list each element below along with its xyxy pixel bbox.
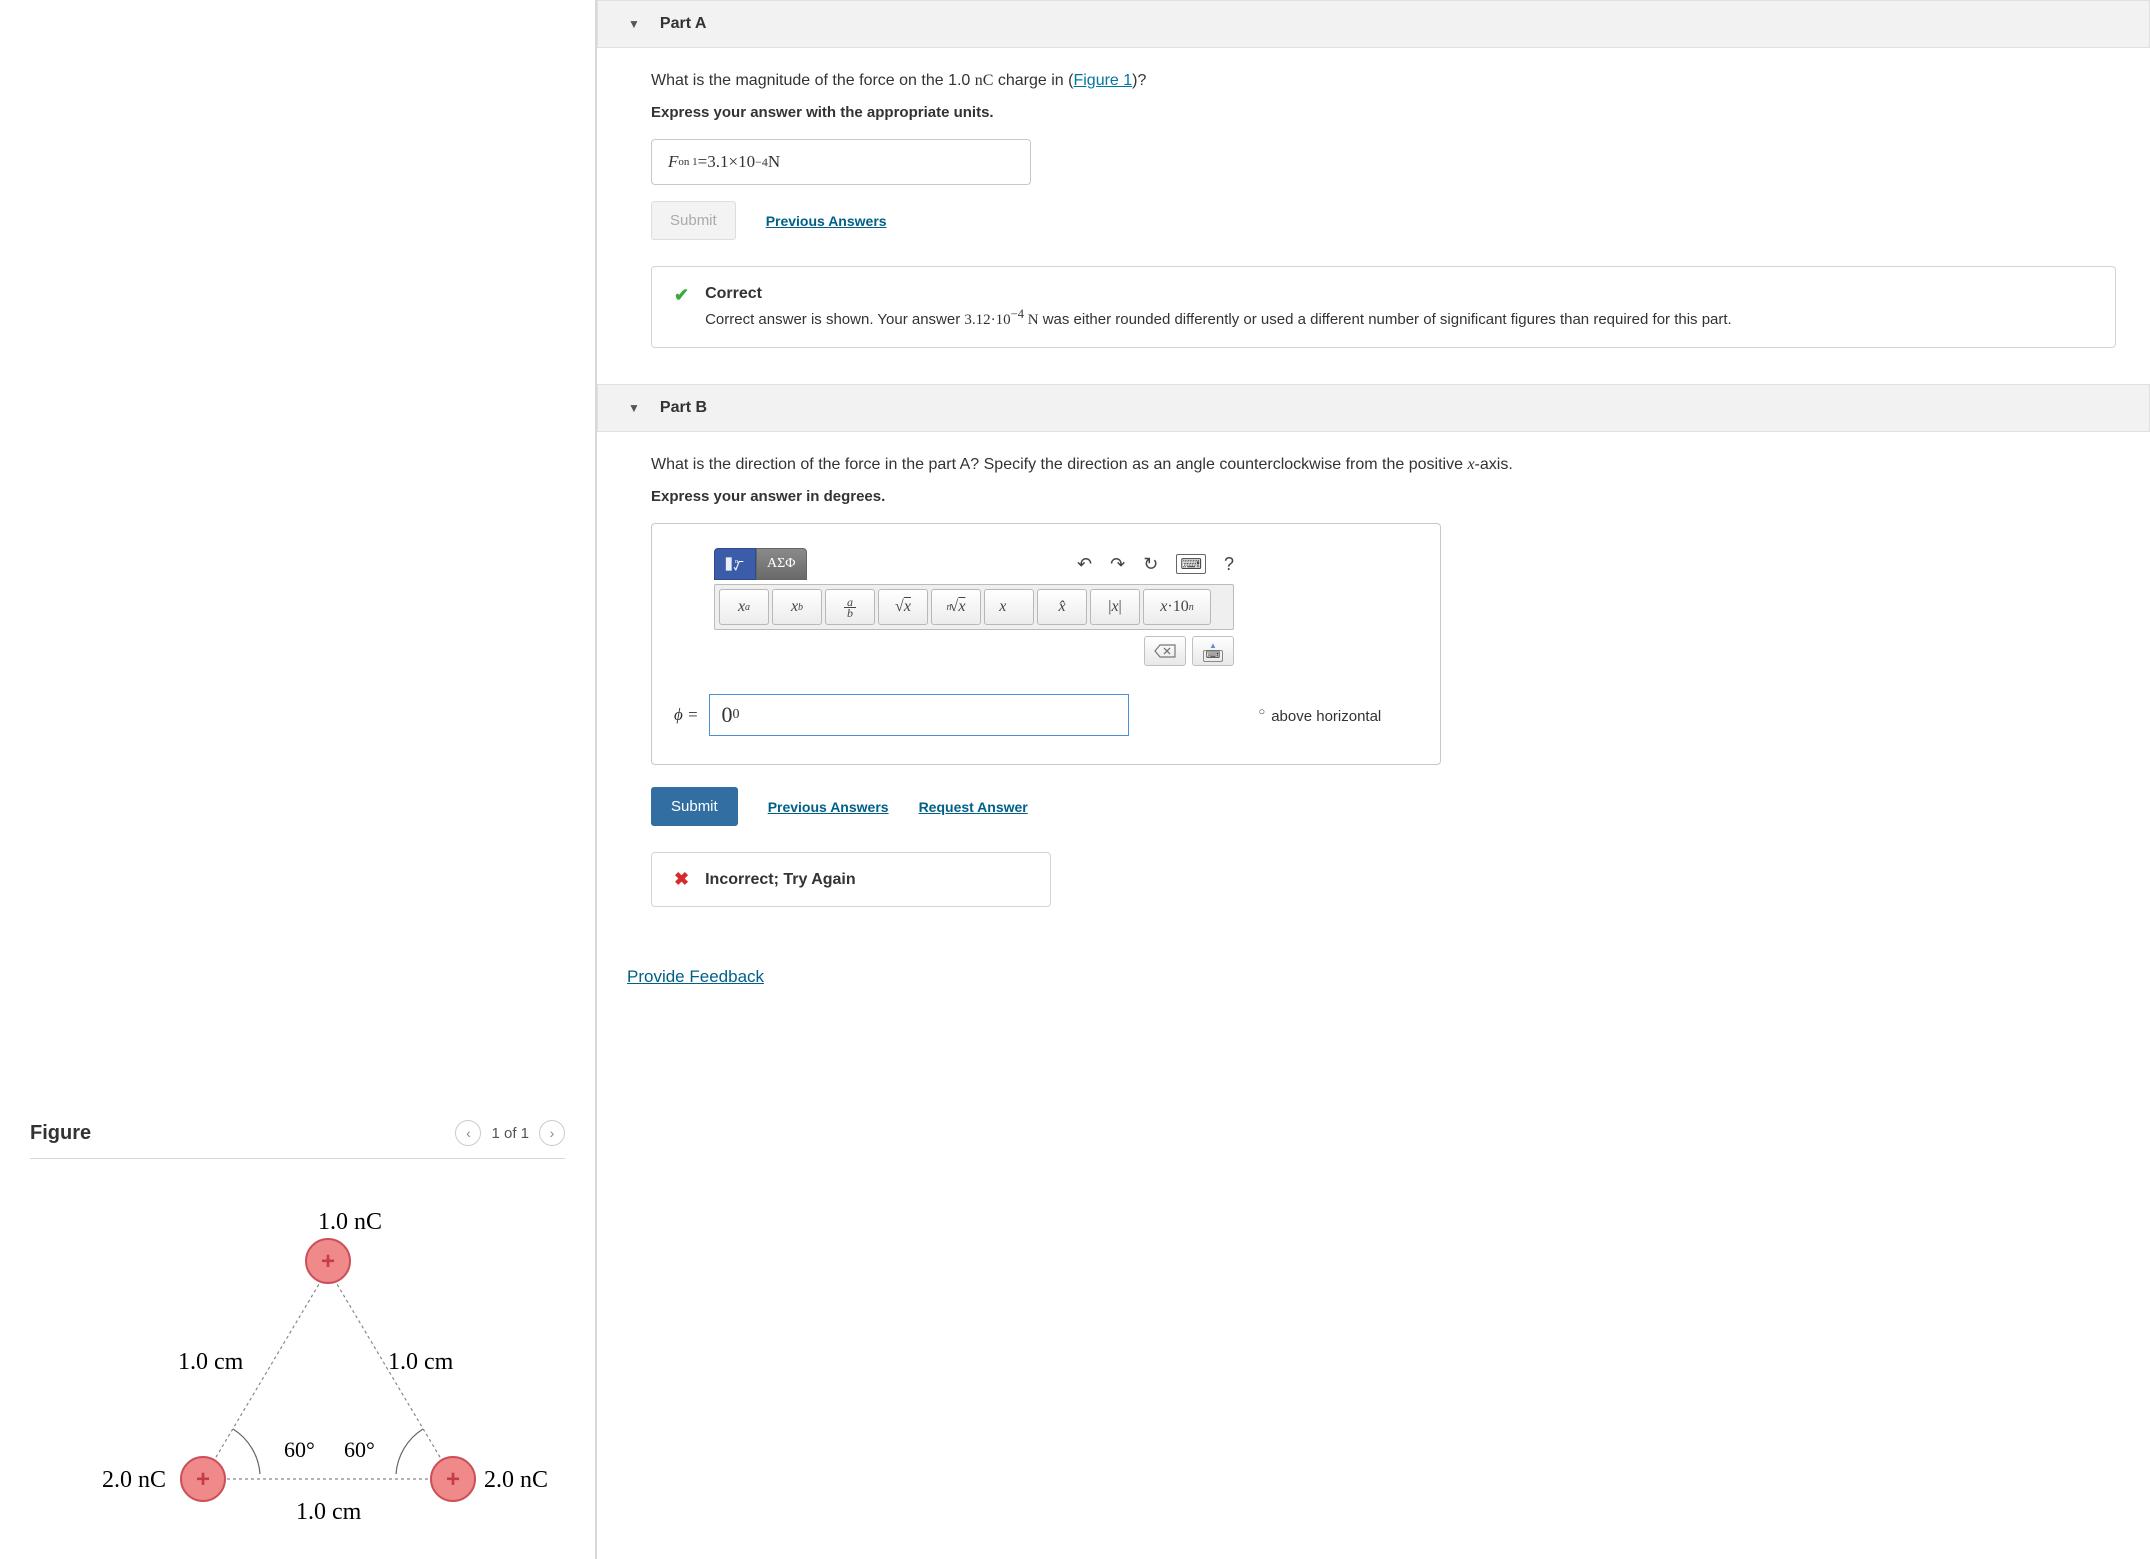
side-right-label: 1.0 cm: [388, 1349, 454, 1375]
undo-icon[interactable]: ↶: [1077, 554, 1092, 575]
charge-top-label: 1.0 nC: [318, 1209, 382, 1235]
part-b-submit-button[interactable]: Submit: [651, 787, 738, 826]
figure-pager: ‹ 1 of 1 ›: [455, 1120, 565, 1146]
part-b-question: What is the direction of the force in th…: [651, 456, 2116, 474]
phi-label: ϕ =: [674, 705, 699, 725]
part-a-header[interactable]: ▼ Part A: [597, 0, 2150, 48]
figure-link[interactable]: Figure 1: [1073, 72, 1132, 89]
svg-text:+: +: [320, 1248, 334, 1275]
keyboard-shortcut-button[interactable]: ▲ ⌨: [1192, 636, 1234, 666]
figure-image: 1.0 nC 1.0 cm 1.0 cm 60° 60° + + +: [30, 1199, 565, 1539]
request-answer-link[interactable]: Request Answer: [919, 799, 1028, 815]
angle-left-label: 60°: [284, 1437, 315, 1462]
backspace-button[interactable]: [1144, 636, 1186, 666]
greek-tab[interactable]: ΑΣΦ: [756, 548, 807, 580]
part-b-instruction: Express your answer in degrees.: [651, 488, 2116, 505]
part-b-previous-answers-link[interactable]: Previous Answers: [768, 799, 889, 815]
check-icon: ✔: [674, 285, 689, 306]
superscript-button[interactable]: xa: [719, 589, 769, 625]
x-icon: ✖: [674, 869, 689, 890]
caret-down-icon: ▼: [628, 401, 640, 415]
hat-button[interactable]: x̂: [1037, 589, 1087, 625]
base-label: 1.0 cm: [296, 1499, 362, 1525]
unit-suffix: ○above horizontal: [1259, 706, 1382, 725]
pager-next-button[interactable]: ›: [539, 1120, 565, 1146]
feedback-title: Correct: [705, 285, 1732, 303]
answer-input[interactable]: 00: [709, 694, 1129, 736]
part-a-question: What is the magnitude of the force on th…: [651, 72, 2116, 90]
svg-text:+: +: [195, 1466, 209, 1493]
redo-icon[interactable]: ↷: [1110, 554, 1125, 575]
reset-icon[interactable]: ↻: [1143, 554, 1158, 575]
help-icon[interactable]: ?: [1224, 554, 1234, 575]
angle-right-label: 60°: [344, 1437, 375, 1462]
part-a-answer-display: Fon 1 = 3.1×10−4 N: [651, 139, 1031, 185]
charge-right-label: 2.0 nC: [484, 1467, 548, 1493]
side-left-label: 1.0 cm: [178, 1349, 244, 1375]
caret-down-icon: ▼: [628, 17, 640, 31]
pager-prev-button[interactable]: ‹: [455, 1120, 481, 1146]
figure-title: Figure: [30, 1122, 91, 1145]
feedback-title: Incorrect; Try Again: [705, 871, 856, 889]
charge-left-label: 2.0 nC: [102, 1467, 166, 1493]
figure-panel: Figure ‹ 1 of 1 › 1.0 nC 1.0 cm 1.0 cm: [30, 1120, 565, 1539]
part-b-feedback: ✖ Incorrect; Try Again: [651, 852, 1051, 907]
nthroot-button[interactable]: n√x: [931, 589, 981, 625]
sqrt-button[interactable]: √x: [878, 589, 928, 625]
subscript-button[interactable]: xb: [772, 589, 822, 625]
part-a-title: Part A: [660, 15, 707, 33]
fraction-button[interactable]: ab: [825, 589, 875, 625]
templates-tab[interactable]: n: [714, 548, 756, 580]
provide-feedback-link[interactable]: Provide Feedback: [627, 967, 764, 987]
abs-button[interactable]: |x|: [1090, 589, 1140, 625]
part-a-submit-button: Submit: [651, 201, 736, 240]
part-a-instruction: Express your answer with the appropriate…: [651, 104, 2116, 121]
pager-text: 1 of 1: [491, 1125, 529, 1142]
keyboard-icon[interactable]: ⌨: [1176, 554, 1206, 574]
equation-editor: n ΑΣΦ ↶ ↷ ↻ ⌨ ? xa xb ab: [651, 523, 1441, 765]
scinotation-button[interactable]: x·10n: [1143, 589, 1211, 625]
part-a-feedback: ✔ Correct Correct answer is shown. Your …: [651, 266, 2116, 348]
vector-button[interactable]: x⃗: [984, 589, 1034, 625]
part-b-header[interactable]: ▼ Part B: [597, 384, 2150, 432]
part-a-previous-answers-link[interactable]: Previous Answers: [766, 213, 887, 229]
part-b-title: Part B: [660, 399, 707, 417]
feedback-text: Correct answer is shown. Your answer 3.1…: [705, 307, 1732, 329]
svg-text:+: +: [445, 1466, 459, 1493]
